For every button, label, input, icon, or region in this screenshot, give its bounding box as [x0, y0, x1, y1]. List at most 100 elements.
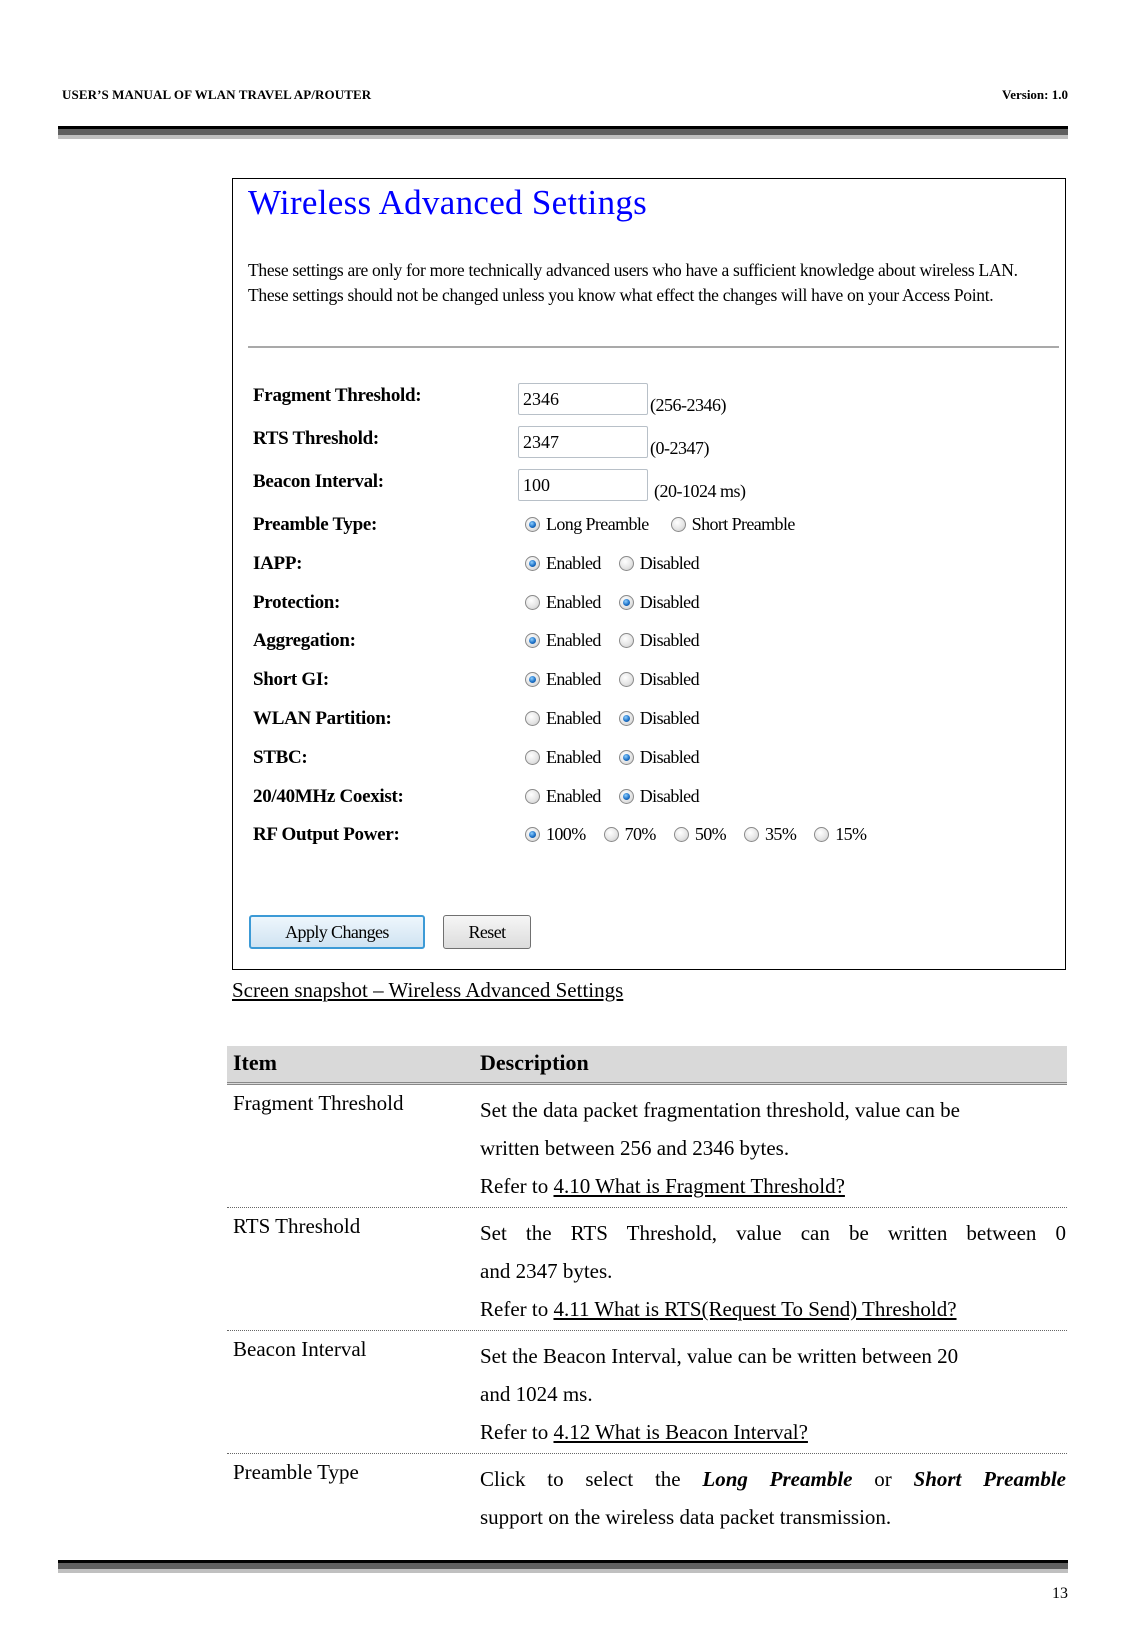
radio-selected-icon[interactable]: [618, 788, 634, 804]
version-label: Version: 1.0: [1002, 87, 1068, 102]
radio-unselected-icon[interactable]: [618, 633, 634, 649]
reference-link[interactable]: 4.12 What is Beacon Interval?: [553, 1420, 807, 1444]
option-label: 35%: [765, 824, 797, 845]
protection-option[interactable]: Enabled: [525, 592, 601, 613]
20-40mhz-coexist-label: 20/40MHz Coexist:: [253, 785, 404, 807]
rts-threshold-input[interactable]: 2347: [518, 425, 648, 458]
protection-option[interactable]: Disabled: [618, 592, 700, 613]
aggregation-option[interactable]: Disabled: [618, 630, 700, 651]
option-label: Enabled: [546, 630, 601, 651]
iapp-row: IAPP: Enabled Disabled: [253, 553, 1053, 583]
radio-unselected-icon[interactable]: [670, 517, 686, 532]
rf-output-power-label: RF Output Power:: [253, 824, 400, 846]
radio-selected-icon[interactable]: [618, 749, 634, 765]
option-label: Enabled: [546, 669, 601, 690]
reference-link[interactable]: 4.11 What is RTS(Request To Send) Thresh…: [553, 1297, 956, 1321]
option-label: 50%: [694, 824, 727, 845]
reference-link[interactable]: 4.10 What is Fragment Threshold?: [553, 1174, 844, 1198]
preamble-type-label: Preamble Type:: [253, 514, 378, 535]
description-line: Click to select the Long Preamble or Sho…: [480, 1460, 1066, 1498]
table-row: Fragment Threshold Set the data packet f…: [227, 1085, 1067, 1208]
rf-output-power-option[interactable]: 100%: [525, 824, 586, 845]
rf-output-power-option[interactable]: 35%: [744, 824, 797, 845]
header-description: Description: [480, 1050, 589, 1075]
beacon-interval-input[interactable]: 100: [518, 468, 648, 501]
description-line: written between 256 and 2346 bytes.: [480, 1136, 790, 1160]
radio-selected-icon[interactable]: [618, 594, 634, 610]
description-line: and 1024 ms.: [480, 1382, 593, 1406]
radio-unselected-icon[interactable]: [673, 827, 689, 843]
footer-rule: [58, 1560, 1068, 1573]
fragment-threshold-row: Fragment Threshold: 2346 (256-2346): [253, 382, 1053, 415]
apply-changes-button[interactable]: Apply Changes: [249, 915, 425, 949]
radio-unselected-icon[interactable]: [618, 555, 634, 571]
description-line: Set the RTS Threshold, value can be writ…: [480, 1221, 1066, 1245]
option-label: Disabled: [639, 708, 700, 728]
iapp-option[interactable]: Disabled: [618, 552, 700, 574]
description-table: Item Description Fragment Threshold Set …: [227, 1046, 1067, 1538]
stbc-row: STBC: Enabled Disabled: [253, 747, 1053, 777]
refer-prefix: Refer to: [480, 1297, 554, 1321]
protection-label: Protection:: [253, 591, 341, 613]
rf-output-power-option[interactable]: 70%: [603, 824, 657, 845]
iapp-option[interactable]: Enabled: [525, 553, 601, 574]
table-row: Beacon Interval Set the Beacon Interval,…: [227, 1331, 1067, 1454]
option-label: Short Preamble: [691, 514, 796, 534]
radio-unselected-icon[interactable]: [525, 594, 540, 610]
fragment-threshold-input[interactable]: 2346: [518, 382, 648, 415]
option-label: Enabled: [546, 591, 601, 612]
radio-selected-icon[interactable]: [525, 633, 540, 649]
radio-unselected-icon[interactable]: [744, 827, 760, 843]
aggregation-option[interactable]: Enabled: [525, 630, 601, 651]
preamble-type-row: Preamble Type: Long Preamble Short Preambl…: [253, 514, 1053, 544]
radio-selected-icon[interactable]: [525, 827, 540, 843]
wlan-partition-option[interactable]: Disabled: [618, 708, 700, 729]
description-line: support on the wireless data packet tran…: [480, 1505, 892, 1529]
preamble-type-option[interactable]: Long Preamble: [525, 514, 649, 535]
stbc-label: STBC:: [253, 746, 308, 768]
rts-threshold-row: RTS Threshold: 2347 (0-2347): [253, 425, 1053, 458]
20-40mhz-coexist-option[interactable]: Enabled: [525, 786, 601, 807]
beacon-interval-label: Beacon Interval:: [253, 471, 384, 492]
radio-selected-icon[interactable]: [618, 711, 634, 726]
short-gi-option[interactable]: Disabled: [618, 669, 700, 690]
rf-output-power-row: RF Output Power: 100% 70% 50% 35% 15%: [253, 824, 1053, 854]
figure-caption: Screen snapshot – Wireless Advanced Sett…: [232, 978, 624, 1002]
option-label: 70%: [624, 824, 657, 845]
radio-unselected-icon[interactable]: [603, 827, 619, 843]
option-label: Disabled: [639, 746, 700, 767]
radio-unselected-icon[interactable]: [525, 711, 540, 726]
reset-button[interactable]: Reset: [443, 915, 531, 949]
short-gi-label: Short GI:: [253, 669, 329, 691]
20-40mhz-coexist-option[interactable]: Disabled: [618, 786, 700, 807]
header-rule: [58, 126, 1068, 139]
beacon-interval-range: (20-1024 ms): [654, 481, 746, 501]
preamble-type-option[interactable]: Short Preamble: [670, 514, 796, 535]
wlan-partition-option[interactable]: Enabled: [525, 708, 601, 729]
radio-unselected-icon[interactable]: [525, 788, 540, 804]
radio-selected-icon[interactable]: [525, 517, 540, 532]
iapp-label: IAPP:: [253, 552, 303, 574]
rf-output-power-option[interactable]: 15%: [814, 824, 867, 845]
radio-unselected-icon[interactable]: [814, 827, 830, 843]
option-label: Disabled: [639, 552, 700, 573]
description-text: Click to select the: [480, 1467, 703, 1491]
fragment-threshold-label: Fragment Threshold:: [253, 385, 422, 406]
stbc-option[interactable]: Disabled: [618, 746, 700, 768]
header-item: Item: [233, 1050, 277, 1075]
radio-unselected-icon[interactable]: [525, 749, 540, 765]
description-text: or: [852, 1467, 914, 1491]
option-label: Long Preamble: [546, 514, 649, 534]
option-label: Disabled: [639, 669, 700, 690]
radio-selected-icon[interactable]: [525, 672, 540, 688]
stbc-option[interactable]: Enabled: [525, 747, 601, 768]
rf-output-power-option[interactable]: 50%: [673, 824, 727, 845]
protection-row: Protection: Enabled Disabled: [253, 592, 1053, 622]
radio-unselected-icon[interactable]: [618, 672, 634, 688]
radio-selected-icon[interactable]: [525, 555, 540, 571]
option-label: Disabled: [639, 630, 700, 651]
beacon-interval-row: Beacon Interval: 100 (20-1024 ms): [253, 468, 1053, 501]
divider: [248, 346, 1059, 348]
short-gi-option[interactable]: Enabled: [525, 669, 601, 690]
refer-prefix: Refer to: [480, 1420, 554, 1444]
